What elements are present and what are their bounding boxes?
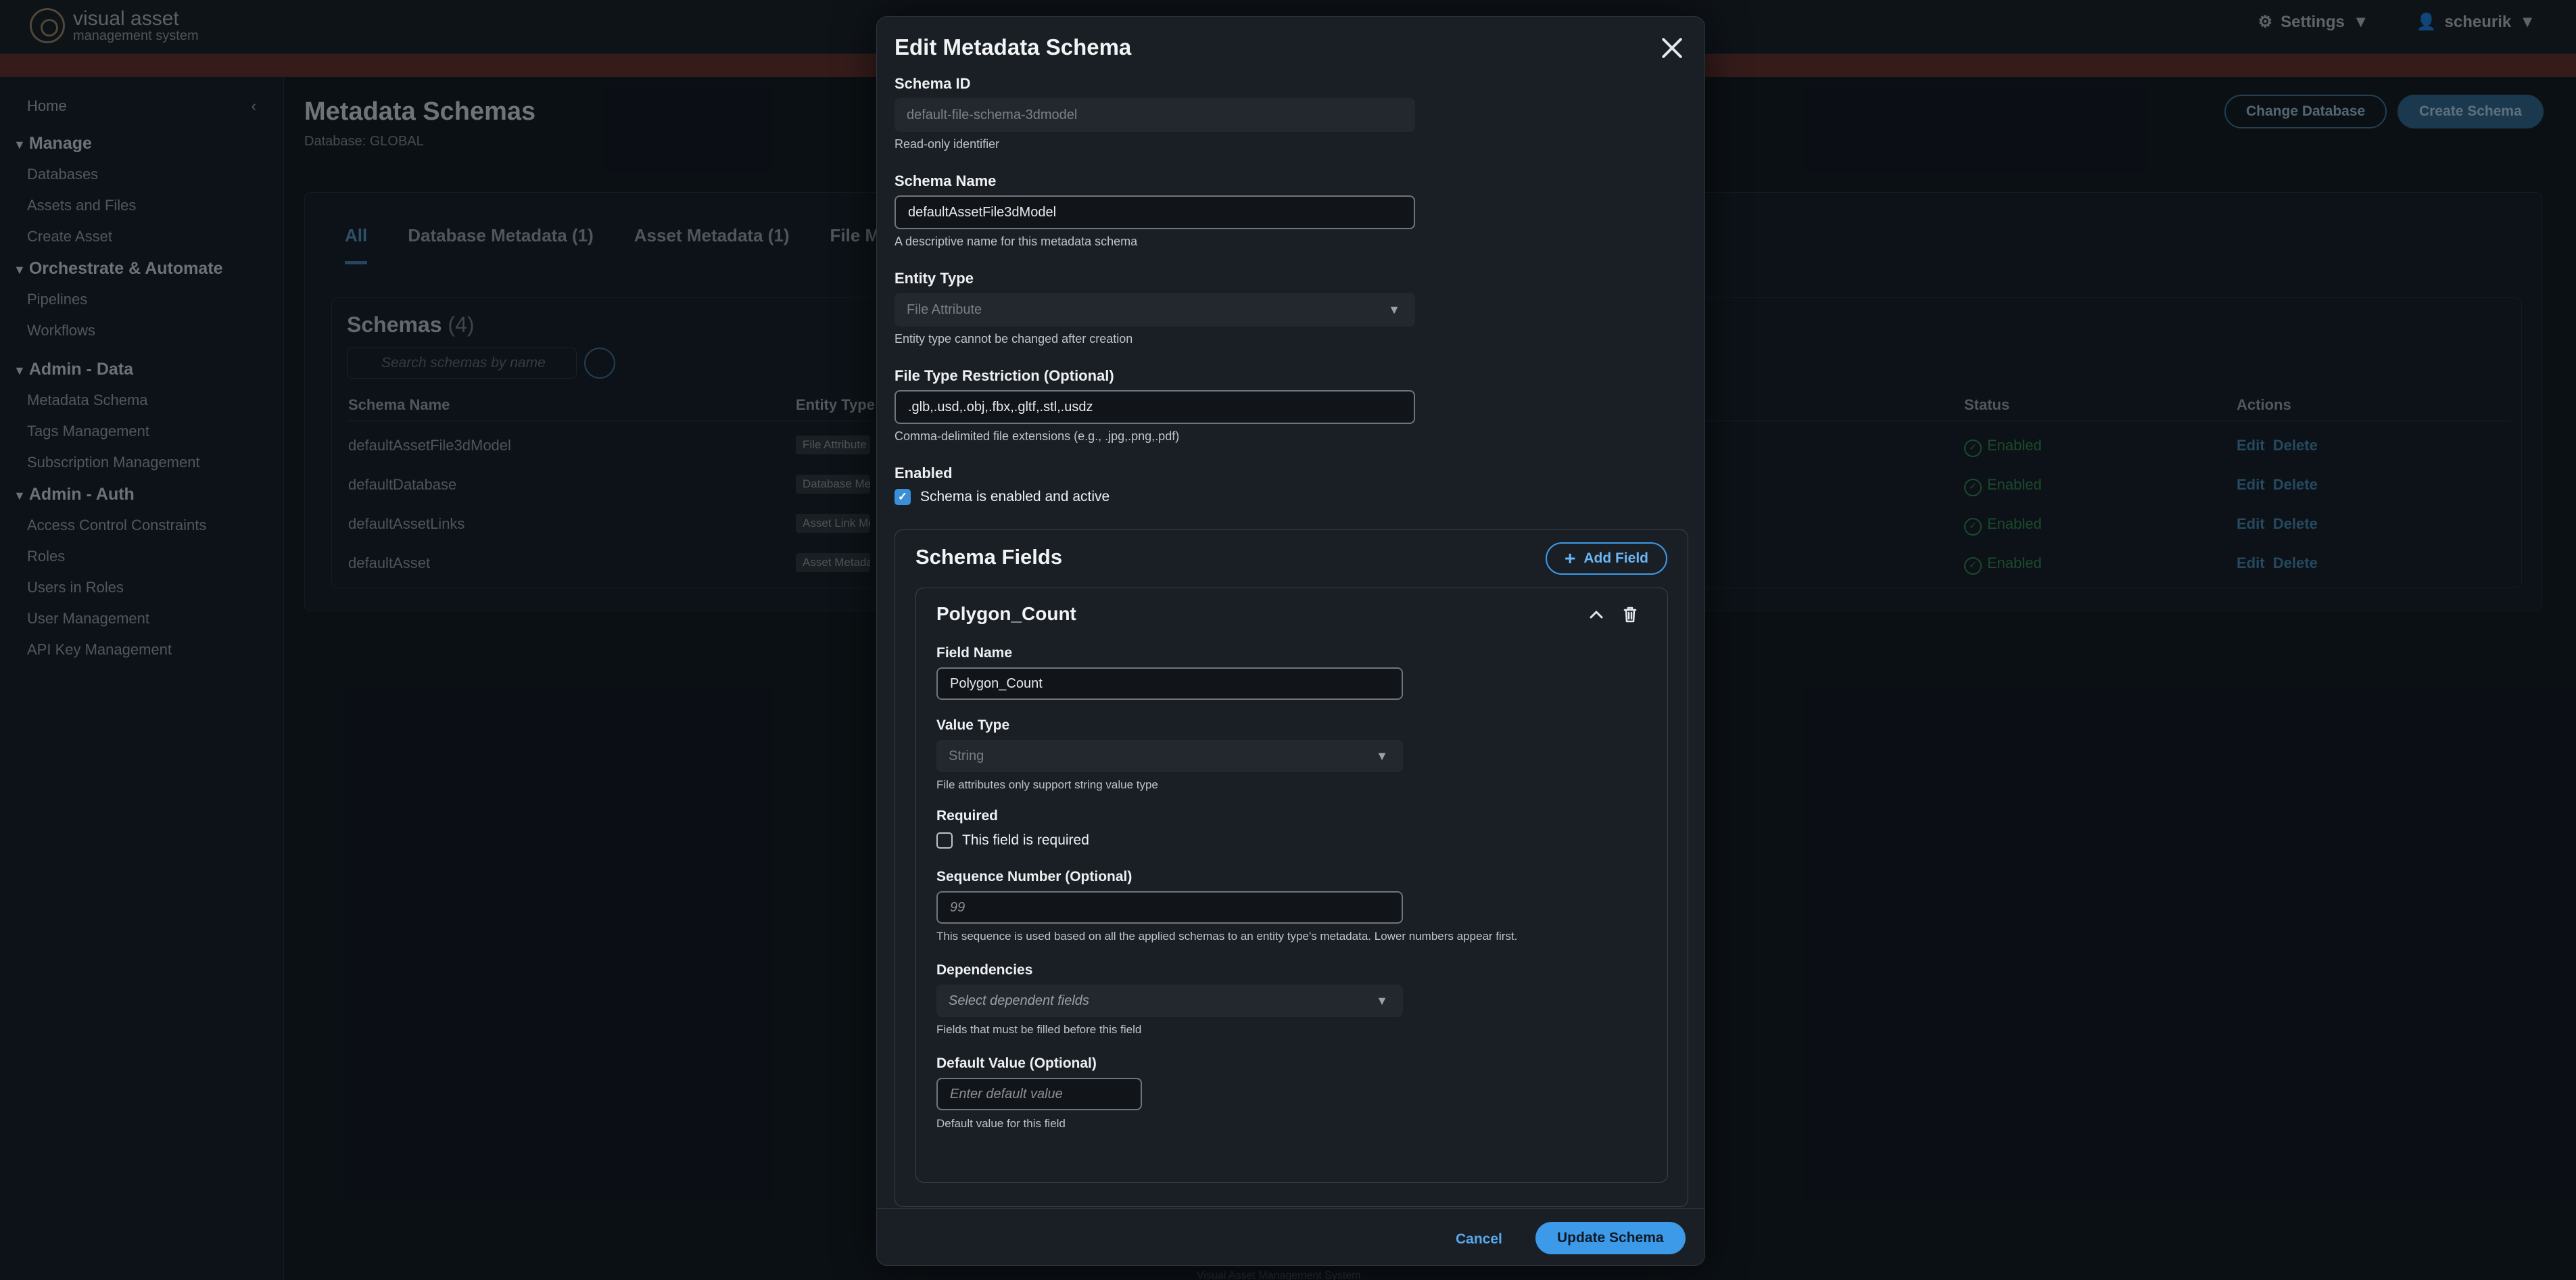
modal-title: Edit Metadata Schema — [895, 34, 1132, 60]
entity-type-help: Entity type cannot be changed after crea… — [895, 332, 1133, 346]
add-field-label: Add Field — [1583, 550, 1648, 566]
field-name-input[interactable] — [936, 667, 1403, 700]
cancel-button[interactable]: Cancel — [1445, 1225, 1513, 1254]
enabled-label: Enabled — [895, 465, 953, 481]
edit-metadata-schema-modal: Edit Metadata Schema Schema ID default-f… — [876, 16, 1705, 1266]
schema-name-help: A descriptive name for this metadata sch… — [895, 235, 1138, 248]
default-value-help: Default value for this field — [936, 1117, 1066, 1130]
value-type-label: Value Type — [936, 717, 1010, 733]
caret-down-icon: ▼ — [1388, 303, 1400, 316]
dependencies-placeholder: Select dependent fields — [949, 993, 1089, 1008]
required-checkbox-label[interactable]: This field is required — [962, 832, 1089, 849]
default-value-input[interactable] — [936, 1078, 1142, 1110]
schema-id-field: default-file-schema-3dmodel — [895, 98, 1415, 132]
field-name-label: Field Name — [936, 645, 1013, 661]
schema-id-label: Schema ID — [895, 75, 971, 92]
trash-icon[interactable] — [1619, 603, 1642, 626]
value-type-help: File attributes only support string valu… — [936, 778, 1158, 791]
value-type-value: String — [949, 749, 984, 763]
schema-fields-title: Schema Fields — [915, 545, 1063, 569]
collapse-chevron-up-icon[interactable] — [1585, 603, 1608, 626]
file-type-input[interactable] — [895, 390, 1415, 424]
schema-name-label: Schema Name — [895, 172, 997, 189]
required-label: Required — [936, 808, 999, 824]
default-value-label: Default Value (Optional) — [936, 1056, 1097, 1071]
entity-type-value: File Attribute — [907, 302, 982, 317]
modal-footer-divider — [877, 1208, 1704, 1209]
enabled-checkbox-label[interactable]: Schema is enabled and active — [920, 489, 1110, 505]
entity-type-label: Entity Type — [895, 270, 974, 287]
sequence-help: This sequence is used based on all the a… — [936, 930, 1518, 943]
update-schema-button[interactable]: Update Schema — [1535, 1222, 1686, 1254]
sequence-label: Sequence Number (Optional) — [936, 869, 1132, 884]
add-field-button[interactable]: + Add Field — [1545, 542, 1667, 575]
schema-id-help: Read-only identifier — [895, 137, 1000, 151]
schema-fields-section: Schema Fields + Add Field Polygon_Count … — [895, 529, 1688, 1207]
schema-name-input[interactable] — [895, 195, 1415, 229]
caret-down-icon: ▼ — [1376, 749, 1388, 763]
required-checkbox[interactable] — [936, 832, 953, 849]
file-type-help: Comma-delimited file extensions (e.g., .… — [895, 429, 1180, 443]
sequence-input[interactable] — [936, 891, 1403, 924]
field-card: Polygon_Count Field Name Value Type Stri… — [915, 588, 1668, 1183]
dependencies-label: Dependencies — [936, 962, 1033, 978]
close-icon[interactable] — [1657, 33, 1687, 63]
dependencies-select[interactable]: Select dependent fields ▼ — [936, 985, 1403, 1017]
caret-down-icon: ▼ — [1376, 994, 1388, 1008]
field-card-title: Polygon_Count — [936, 603, 1076, 624]
value-type-select: String ▼ — [936, 740, 1403, 772]
plus-icon: + — [1564, 548, 1576, 569]
enabled-checkbox[interactable]: ✓ — [895, 489, 911, 505]
file-type-label: File Type Restriction (Optional) — [895, 367, 1114, 384]
dependencies-help: Fields that must be filled before this f… — [936, 1023, 1142, 1036]
entity-type-select: File Attribute ▼ — [895, 293, 1415, 327]
